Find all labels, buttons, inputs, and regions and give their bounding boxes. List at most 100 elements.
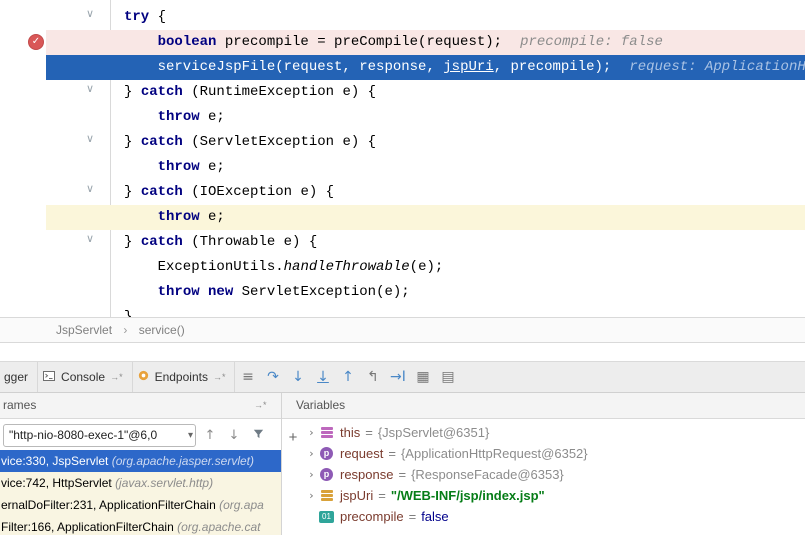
variable-row[interactable]: ›presponse={ResponseFacade@6353} xyxy=(304,464,805,485)
force-step-into-icon[interactable]: ↓ xyxy=(310,362,335,392)
frames-panel-title: rames xyxy=(3,393,36,418)
fold-marker-icon[interactable]: ∨ xyxy=(86,132,94,145)
stack-frame-row[interactable]: vice:330, JspServlet (org.apache.jasper.… xyxy=(0,450,281,472)
code-text: boolean precompile = preCompile(request)… xyxy=(124,30,663,55)
code-text: throw new ServletException(e); xyxy=(124,280,410,305)
breadcrumb: JspServlet › service() xyxy=(0,317,805,343)
step-out-icon[interactable]: ↑ xyxy=(335,362,360,392)
new-output-badge: →* xyxy=(110,372,123,382)
code-line[interactable]: throw e; xyxy=(0,205,805,230)
code-line[interactable]: ∨ try { xyxy=(0,5,805,30)
code-text: try { xyxy=(124,5,166,30)
stack-frame-row[interactable]: vice:742, HttpServlet (javax.servlet.htt… xyxy=(0,472,281,494)
frames-toolbar: ↑ ↓ xyxy=(202,424,266,447)
fold-marker-icon[interactable]: ∨ xyxy=(86,232,94,245)
variable-value: {ApplicationHttpRequest@6352} xyxy=(401,446,588,461)
code-line[interactable]: ✓ boolean precompile = preCompile(reques… xyxy=(0,30,805,55)
param-icon: p xyxy=(319,468,334,482)
variable-row[interactable]: › this={JspServlet@6351} xyxy=(304,422,805,443)
expand-chevron-icon[interactable]: › xyxy=(304,489,319,502)
breadcrumb-class[interactable]: JspServlet xyxy=(56,323,112,337)
frame-location: vice:330, JspServlet xyxy=(1,454,112,468)
frame-package: (javax.servlet.http) xyxy=(115,476,213,490)
variable-row[interactable]: › jspUri="/WEB-INF/jsp/index.jsp" xyxy=(304,485,805,506)
frames-header-badge: →* xyxy=(254,400,267,410)
panel-headers: rames →* Variables xyxy=(0,393,805,419)
fold-marker-icon[interactable]: ∨ xyxy=(86,7,94,20)
fold-marker-icon[interactable]: ∨ xyxy=(86,82,94,95)
frame-package: (org.apache.jasper.servlet) xyxy=(112,454,254,468)
variables-toolbar: + xyxy=(282,419,304,535)
variable-name: this xyxy=(340,425,360,440)
thread-name: "http-nio-8080-exec-1"@6,0 xyxy=(9,428,157,442)
console-icon xyxy=(42,369,56,386)
chevron-down-icon: ▾ xyxy=(188,425,193,446)
code-text: throw e; xyxy=(124,105,225,130)
variable-value: {JspServlet@6351} xyxy=(378,425,490,440)
stack-frame-row[interactable]: Filter:166, ApplicationFilterChain (org.… xyxy=(0,516,281,535)
code-editor[interactable]: ∨try {✓ boolean precompile = preCompile(… xyxy=(0,0,805,317)
code-line[interactable]: serviceJspFile(request, response, jspUri… xyxy=(0,55,805,80)
variables-panel: + ›this={JspServlet@6351}›prequest={Appl… xyxy=(282,419,805,535)
view-options-icon[interactable]: ▤ xyxy=(435,362,460,392)
code-line[interactable]: ∨} catch (RuntimeException e) { xyxy=(0,80,805,105)
string-icon xyxy=(319,489,334,503)
breadcrumb-method[interactable]: service() xyxy=(139,323,185,337)
equals-sign: = xyxy=(360,425,378,440)
code-line[interactable]: ∨ } catch (Throwable e) { xyxy=(0,230,805,255)
code-line[interactable]: throw e; xyxy=(0,105,805,130)
frame-package: (org.apa xyxy=(219,498,264,512)
tab-endpoints[interactable]: Endpoints→* xyxy=(133,362,235,392)
fold-marker-icon[interactable]: ∨ xyxy=(86,182,94,195)
next-frame-icon[interactable]: ↓ xyxy=(226,428,242,443)
frame-location: Filter:166, ApplicationFilterChain xyxy=(1,520,177,534)
variables-tree: ›this={JspServlet@6351}›prequest={Applic… xyxy=(304,422,805,527)
code-line[interactable]: ∨} catch (IOException e) { xyxy=(0,180,805,205)
thread-selector-dropdown[interactable]: "http-nio-8080-exec-1"@6,0 ▾ xyxy=(3,424,196,447)
code-text: } catch (ServletException e) { xyxy=(124,130,376,155)
variable-name: jspUri xyxy=(340,488,373,503)
previous-frame-icon[interactable]: ↑ xyxy=(202,428,218,443)
filter-icon[interactable] xyxy=(250,427,266,444)
step-over-icon[interactable]: ↷ xyxy=(260,362,285,392)
tab-console[interactable]: Console →* xyxy=(38,362,132,392)
variable-row[interactable]: ›prequest={ApplicationHttpRequest@6352} xyxy=(304,443,805,464)
frames-list: vice:330, JspServlet (org.apache.jasper.… xyxy=(0,450,281,535)
variables-panel-title: Variables xyxy=(296,393,345,418)
expand-chevron-icon[interactable]: › xyxy=(304,426,319,439)
evaluate-expression-icon[interactable]: ▦ xyxy=(410,362,435,392)
code-text: } catch (Throwable e) { xyxy=(124,230,317,255)
code-line[interactable]: throw new ServletException(e); xyxy=(0,280,805,305)
code-line[interactable]: throw e; xyxy=(0,155,805,180)
variable-value: false xyxy=(421,509,448,524)
equals-sign: = xyxy=(373,488,391,503)
layout-settings-icon[interactable]: ≡ xyxy=(235,362,260,392)
run-to-cursor-icon[interactable]: →I xyxy=(385,362,410,392)
breadcrumb-separator-icon: › xyxy=(115,323,135,337)
equals-sign: = xyxy=(383,446,401,461)
breakpoint-icon[interactable]: ✓ xyxy=(28,34,44,50)
tab-label: Console xyxy=(61,370,105,384)
code-text: serviceJspFile(request, response, jspUri… xyxy=(124,55,805,80)
expand-chevron-icon[interactable]: › xyxy=(304,447,319,460)
variable-name: response xyxy=(340,467,393,482)
tab-gger[interactable]: gger xyxy=(0,362,37,392)
value-icon xyxy=(319,426,334,440)
expand-chevron-icon[interactable]: › xyxy=(304,468,319,481)
add-watch-button[interactable]: + xyxy=(282,429,304,446)
code-line[interactable]: ∨ } catch (ServletException e) { xyxy=(0,130,805,155)
frame-package: (org.apache.cat xyxy=(177,520,260,534)
frame-location: vice:742, HttpServlet xyxy=(1,476,115,490)
step-into-icon[interactable]: ↓ xyxy=(285,362,310,392)
stack-frame-row[interactable]: ernalDoFilter:231, ApplicationFilterChai… xyxy=(0,494,281,516)
tab-label: gger xyxy=(4,370,28,384)
variable-row[interactable]: 01precompile=false xyxy=(304,506,805,527)
variable-name: precompile xyxy=(340,509,404,524)
code-line[interactable]: ExceptionUtils.handleThrowable(e); xyxy=(0,255,805,280)
variable-value: "/WEB-INF/jsp/index.jsp" xyxy=(391,488,545,503)
code-text: throw e; xyxy=(124,205,225,230)
drop-frame-icon[interactable]: ↰ xyxy=(360,362,385,392)
new-output-badge: →* xyxy=(213,372,226,382)
variable-value: {ResponseFacade@6353} xyxy=(411,467,564,482)
code-line[interactable]: } xyxy=(0,305,805,317)
